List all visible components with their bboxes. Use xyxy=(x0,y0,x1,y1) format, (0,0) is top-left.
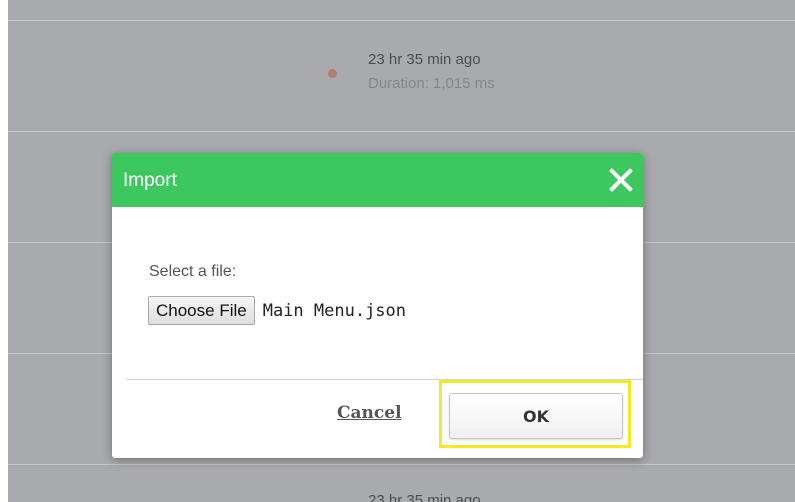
entry-duration: Duration: 1,015 ms xyxy=(368,75,495,92)
row-divider xyxy=(8,20,795,21)
row-divider xyxy=(8,464,795,465)
page-left-gutter xyxy=(0,0,8,502)
entry-timestamp-partial: 23 hr 35 min ago xyxy=(368,492,481,502)
file-picker: Choose File Main Menu.json xyxy=(148,296,406,325)
selected-file-name: Main Menu.json xyxy=(262,300,407,321)
select-file-label: Select a file: xyxy=(149,263,237,280)
history-entry: 23 hr 35 min ago Duration: 1,015 ms xyxy=(368,50,495,94)
dialog-header: Import xyxy=(112,153,643,207)
entry-timestamp: 23 hr 35 min ago xyxy=(368,51,481,68)
dialog-title: Import xyxy=(123,170,177,191)
cancel-button[interactable]: Cancel xyxy=(337,403,402,423)
ok-button[interactable]: OK xyxy=(449,393,623,439)
status-dot xyxy=(328,69,337,78)
row-divider xyxy=(8,131,795,132)
close-icon[interactable] xyxy=(607,166,635,194)
import-dialog: Import Select a file: Choose File Main M… xyxy=(112,153,643,458)
choose-file-button[interactable]: Choose File xyxy=(148,296,255,325)
